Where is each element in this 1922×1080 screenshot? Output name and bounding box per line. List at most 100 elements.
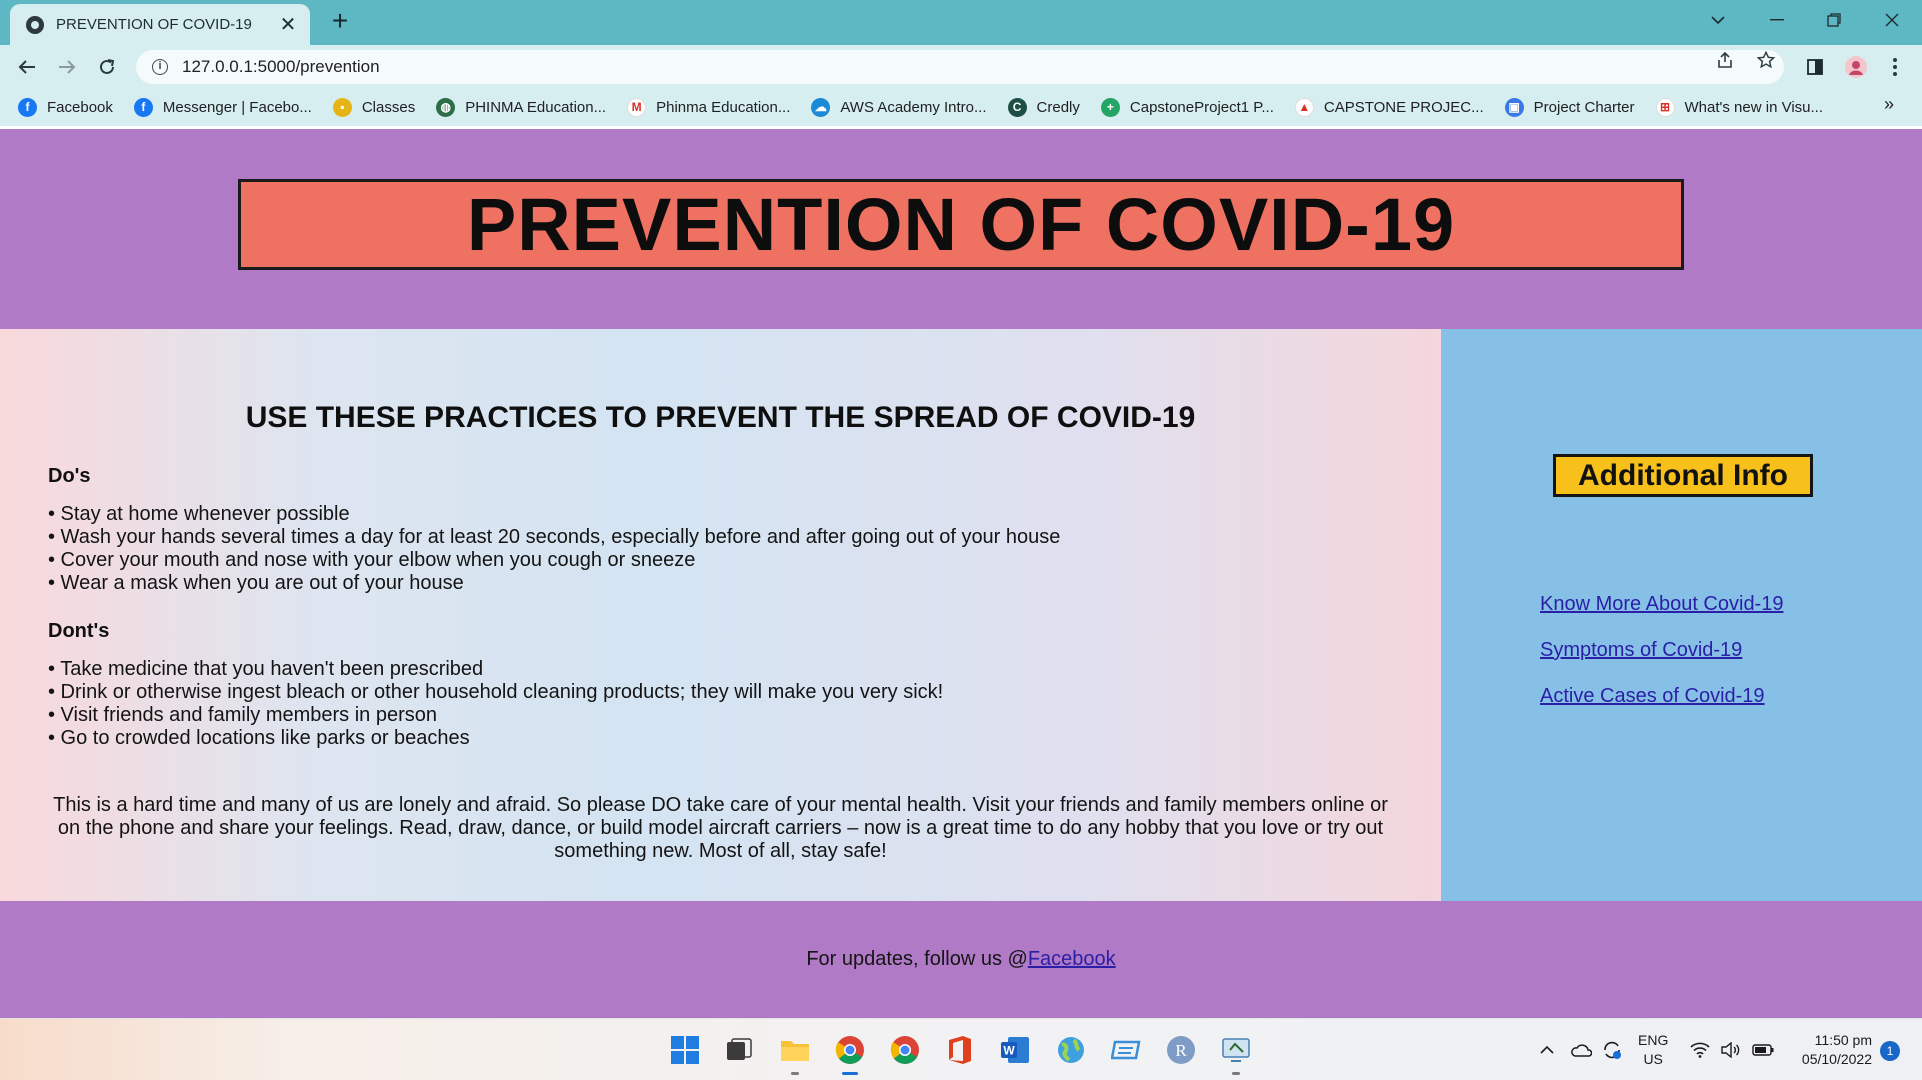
globe-icon (26, 15, 44, 34)
bookmark-item[interactable]: C Credly (1007, 97, 1080, 117)
bookmark-label: CapstoneProject1 P... (1129, 98, 1274, 116)
running-indicator (791, 1072, 799, 1075)
classroom-icon: ▪ (332, 97, 352, 117)
bookmark-item[interactable]: ⊞ What's new in Visu... (1655, 97, 1823, 117)
menu-kebab-icon[interactable] (1880, 52, 1910, 82)
bookmark-label: AWS Academy Intro... (840, 98, 987, 116)
main-content: USE THESE PRACTICES TO PREVENT THE SPREA… (0, 329, 1441, 901)
mental-health-paragraph: This is a hard time and many of us are l… (53, 794, 1388, 862)
bookmark-item[interactable]: ◍ PHINMA Education... (436, 97, 607, 117)
know-more-link[interactable]: Know More About Covid-19 (1540, 593, 1783, 616)
bookmark-label: Phinma Education... (656, 98, 791, 116)
start-button[interactable] (669, 1034, 701, 1066)
page-header: PREVENTION OF COVID-19 (0, 129, 1922, 329)
language-code: ENG (1638, 1032, 1669, 1048)
tab-search-icon[interactable] (1698, 0, 1738, 40)
address-bar[interactable]: i 127.0.0.1:5000/prevention (136, 50, 1784, 84)
bookmark-item[interactable]: + CapstoneProject1 P... (1100, 97, 1274, 117)
bookmark-label: PHINMA Education... (465, 98, 607, 116)
volume-icon[interactable] (1721, 1019, 1741, 1080)
show-hidden-icons-button[interactable] (1540, 1019, 1554, 1080)
sidebar: Additional Info Know More About Covid-19… (1441, 329, 1922, 901)
virtualbox-icon[interactable] (1110, 1034, 1142, 1066)
back-button[interactable] (12, 52, 42, 82)
donts-heading: Dont's (48, 620, 110, 642)
forward-button[interactable] (52, 52, 82, 82)
minimize-button[interactable] (1757, 0, 1797, 40)
office-icon[interactable] (944, 1034, 976, 1066)
facebook-link[interactable]: Facebook (1028, 948, 1116, 971)
new-tab-button[interactable]: + (325, 6, 355, 36)
bookmark-item[interactable]: M Phinma Education... (627, 97, 791, 117)
list-item: • Wash your hands several times a day fo… (48, 526, 1061, 548)
onedrive-icon[interactable] (1570, 1019, 1592, 1080)
url-text: 127.0.0.1:5000/prevention (182, 57, 380, 76)
web-page: PREVENTION OF COVID-19 USE THESE PRACTIC… (0, 129, 1922, 1018)
r-app-icon[interactable]: R (1165, 1034, 1197, 1066)
browser-tab[interactable]: PREVENTION OF COVID-19 ✕ (10, 4, 310, 45)
bookmark-label: What's new in Visu... (1684, 98, 1823, 116)
language-indicator[interactable]: ENG US (1638, 1031, 1668, 1069)
notification-badge[interactable]: 1 (1880, 1041, 1900, 1061)
sync-icon[interactable] (1601, 1019, 1623, 1080)
task-view-icon[interactable] (723, 1034, 755, 1066)
list-item: • Take medicine that you haven't been pr… (48, 658, 484, 680)
chrome-profile-icon[interactable] (889, 1034, 921, 1066)
bookmarks-overflow-button[interactable]: » (1884, 94, 1894, 115)
bookmark-label: Project Charter (1533, 98, 1635, 116)
word-icon[interactable]: W (999, 1034, 1031, 1066)
symptoms-link[interactable]: Symptoms of Covid-19 (1540, 639, 1742, 662)
running-indicator (1232, 1072, 1240, 1075)
region-code: US (1643, 1051, 1663, 1067)
close-window-button[interactable] (1872, 0, 1912, 40)
site-info-icon[interactable]: i (152, 59, 168, 75)
sheets-icon: + (1100, 97, 1120, 117)
gmail-icon: M (627, 97, 647, 117)
bookmark-item[interactable]: ▲ CAPSTONE PROJEC... (1294, 97, 1484, 117)
main-heading: USE THESE PRACTICES TO PREVENT THE SPREA… (245, 401, 1196, 434)
tab-close-button[interactable]: ✕ (278, 12, 298, 37)
profile-avatar[interactable] (1841, 52, 1871, 82)
page-footer: For updates, follow us @ Facebook (0, 901, 1922, 1018)
list-item: • Cover your mouth and nose with your el… (48, 549, 696, 571)
bookmark-item[interactable]: ▣ Project Charter (1504, 97, 1635, 117)
page-title: PREVENTION OF COVID-19 (466, 183, 1456, 266)
cloud-icon: ☁ (811, 97, 831, 117)
active-indicator (842, 1072, 858, 1075)
list-item: • Wear a mask when you are out of your h… (48, 572, 464, 594)
wifi-icon[interactable] (1690, 1019, 1710, 1080)
active-cases-link[interactable]: Active Cases of Covid-19 (1540, 685, 1765, 708)
reload-button[interactable] (92, 52, 122, 82)
bookmark-label: Facebook (47, 98, 113, 116)
remote-desktop-icon[interactable] (1220, 1034, 1252, 1075)
restore-button[interactable] (1814, 0, 1854, 40)
bookmark-star-icon[interactable] (1751, 50, 1781, 75)
additional-info-heading: Additional Info (1553, 454, 1813, 497)
list-item: • Visit friends and family members in pe… (48, 704, 438, 726)
list-item: • Drink or otherwise ingest bleach or ot… (48, 681, 944, 703)
bookmark-label: Messenger | Facebo... (162, 98, 312, 116)
bookmark-item[interactable]: ☁ AWS Academy Intro... (811, 97, 987, 117)
browser-tab-bar: PREVENTION OF COVID-19 ✕ + (0, 0, 1922, 45)
tab-title: PREVENTION OF COVID-19 (56, 16, 252, 33)
bookmark-label: Credly (1036, 98, 1080, 116)
file-explorer-icon[interactable] (779, 1034, 811, 1075)
dos-heading: Do's (48, 465, 91, 487)
taskbar-clock[interactable]: 11:50 pm 05/10/2022 (1802, 1031, 1872, 1069)
bookmark-label: CAPSTONE PROJEC... (1323, 98, 1484, 116)
share-icon[interactable] (1710, 51, 1740, 75)
contacts-icon: ▣ (1504, 97, 1524, 117)
bookmark-item[interactable]: f Messenger | Facebo... (133, 97, 312, 117)
svg-text:R: R (1175, 1041, 1187, 1060)
svg-text:W: W (1003, 1044, 1015, 1058)
chrome-icon[interactable] (834, 1034, 866, 1075)
globe-icon: ◍ (436, 97, 456, 117)
bookmark-item[interactable]: f Facebook (18, 97, 113, 117)
clock-date: 05/10/2022 (1801, 1051, 1872, 1067)
side-panel-icon[interactable] (1800, 52, 1830, 82)
bookmark-item[interactable]: ▪ Classes (332, 97, 415, 117)
network-globe-icon[interactable] (1055, 1034, 1087, 1066)
credly-icon: C (1007, 97, 1027, 117)
dos-list: • Stay at home whenever possible • Wash … (48, 503, 1060, 595)
battery-icon[interactable] (1752, 1019, 1774, 1080)
